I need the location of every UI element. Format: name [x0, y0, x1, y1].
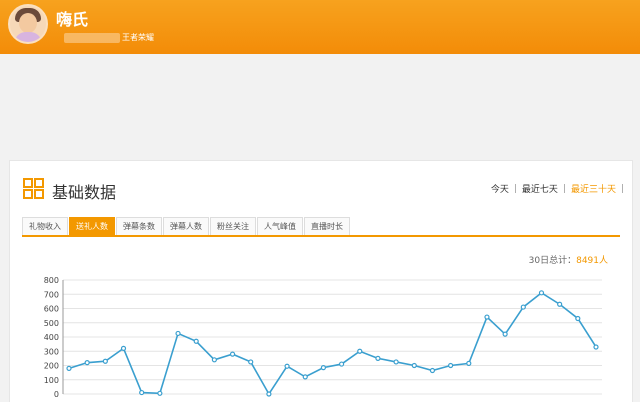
data-point [84, 360, 90, 366]
data-point [466, 360, 472, 366]
data-point [284, 363, 290, 369]
data-point [575, 315, 581, 322]
data-point [448, 362, 454, 369]
y-tick-label: 600 [44, 305, 59, 314]
blurred-room-id [64, 33, 120, 43]
data-point [502, 331, 508, 337]
data-point [266, 391, 272, 397]
data-point [557, 301, 563, 307]
y-tick-label: 300 [44, 347, 59, 356]
data-point [139, 389, 145, 396]
data-point [538, 290, 545, 296]
y-tick-label: 700 [44, 290, 59, 299]
data-point [248, 359, 254, 365]
data-point [157, 390, 163, 396]
data-point [375, 355, 381, 361]
data-point [593, 344, 599, 350]
avatar[interactable] [8, 4, 48, 44]
y-tick-label: 100 [44, 376, 59, 385]
y-tick-label: 500 [44, 319, 59, 328]
data-point [229, 351, 236, 357]
y-tick-label: 400 [44, 333, 59, 342]
data-point [211, 357, 217, 363]
data-point [520, 304, 526, 310]
data-point [302, 374, 308, 380]
data-point [338, 361, 345, 367]
data-point [429, 367, 436, 374]
data-point [357, 348, 363, 354]
data-point [320, 365, 327, 371]
data-point [66, 365, 72, 371]
data-point [484, 314, 490, 320]
y-tick-label: 200 [44, 362, 59, 371]
avatar-shirt [14, 32, 42, 42]
gift-senders-line-chart: 0 100 200 300 400 500 600 700 800 [44, 276, 602, 399]
data-point [411, 362, 417, 369]
y-tick-label: 800 [44, 276, 59, 285]
profile-header: 嗨氏 王者荣耀 [0, 0, 640, 54]
basic-data-panel: 基础数据 今天 | 最近七天 | 最近三十天 | 礼物收入 送礼人数 弹幕条数 … [9, 160, 633, 402]
data-point [102, 358, 108, 364]
data-point [193, 338, 199, 344]
game-category[interactable]: 王者荣耀 [122, 32, 154, 43]
user-name: 嗨氏 [56, 10, 89, 29]
y-tick-label: 0 [54, 390, 59, 399]
data-point [120, 345, 127, 351]
data-point [393, 359, 399, 365]
data-point [175, 330, 181, 337]
avatar-face [19, 13, 37, 33]
